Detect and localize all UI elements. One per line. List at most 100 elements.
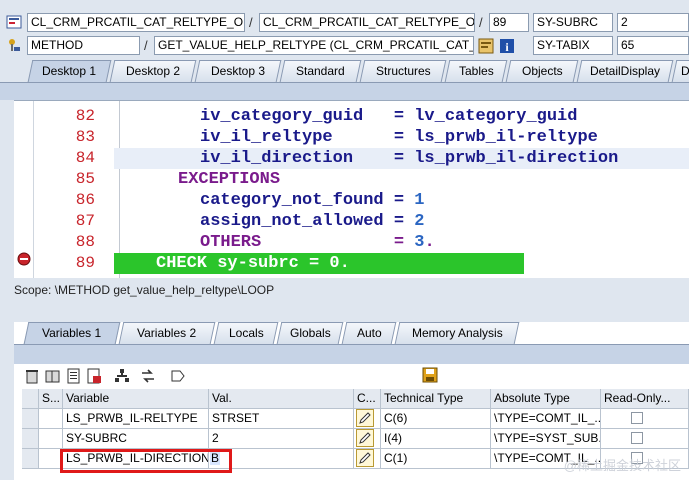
info-icon[interactable]: i xyxy=(499,38,515,54)
table-cell-absolute-type: \TYPE=SYST_SUB... xyxy=(491,429,601,449)
column-header-technical-type[interactable]: Technical Type xyxy=(381,389,491,409)
line-number: 87 xyxy=(75,212,95,230)
tab-desktop-2[interactable]: Desktop 2 xyxy=(109,60,197,82)
tab-more[interactable]: D xyxy=(671,60,689,82)
hierarchy-icon[interactable] xyxy=(114,368,130,384)
scope-label: Scope: \METHOD get_value_help_reltype\LO… xyxy=(14,283,275,297)
table-cell-variable[interactable]: LS_PRWB_IL-RELTYPE xyxy=(63,409,209,429)
highlight-box xyxy=(60,449,232,473)
table-cell-technical-type: C(1) xyxy=(381,449,491,469)
tab-tables[interactable]: Tables xyxy=(444,60,508,82)
code-line-84: iv_il_direction = ls_prwb_il-direction xyxy=(114,148,689,169)
tab-structures[interactable]: Structures xyxy=(359,60,447,82)
header-row-method: METHOD / GET_VALUE_HELP_RELTYPE (CL_CRM_… xyxy=(0,36,689,58)
table-cell-change xyxy=(354,449,381,469)
line-number: 85 xyxy=(75,170,95,188)
edit-pencil-icon[interactable] xyxy=(356,409,374,427)
program-object-icon xyxy=(6,14,22,30)
sysvar-name-field[interactable]: SY-SUBRC xyxy=(533,13,613,32)
column-header-selector xyxy=(22,389,39,409)
abap-debugger-window: CL_CRM_PRCATIL_CAT_RELTYPE_OB... / CL_CR… xyxy=(0,0,689,480)
table-cell-change xyxy=(354,409,381,429)
display-source-icon[interactable] xyxy=(478,38,494,54)
delete-icon[interactable] xyxy=(24,368,40,384)
var-tab-strip xyxy=(14,344,689,364)
column-header-change[interactable]: C... xyxy=(354,389,381,409)
table-cell-change xyxy=(354,429,381,449)
watermark: @稀土掘金技术社区 xyxy=(563,458,681,473)
table-cell-variable[interactable]: SY-SUBRC xyxy=(63,429,209,449)
load-icon[interactable] xyxy=(66,368,82,384)
separator: / xyxy=(479,15,483,30)
edit-pencil-icon[interactable] xyxy=(356,429,374,447)
program-field[interactable]: CL_CRM_PRCATIL_CAT_RELTYPE_OB... xyxy=(27,13,245,32)
breakpoint-gutter[interactable] xyxy=(14,101,34,278)
sysvar-value-field[interactable]: 2 xyxy=(617,13,689,32)
column-header-variable[interactable]: Variable xyxy=(63,389,209,409)
line-number: 86 xyxy=(75,191,95,209)
tab-auto[interactable]: Auto xyxy=(341,322,397,344)
splitter[interactable] xyxy=(0,302,689,322)
sysvar2-value-field[interactable]: 65 xyxy=(617,36,689,55)
save-layout-icon[interactable] xyxy=(422,367,438,383)
table-cell-technical-type: C(6) xyxy=(381,409,491,429)
row-selector[interactable] xyxy=(22,429,39,449)
method-icon xyxy=(6,37,22,53)
tab-memory-analysis[interactable]: Memory Analysis xyxy=(394,322,520,344)
line-number-column: 82 83 84 85 86 87 88 89 xyxy=(34,101,120,278)
tag-icon[interactable] xyxy=(170,368,186,384)
table-cell-value[interactable]: 2 xyxy=(209,429,354,449)
tab-objects[interactable]: Objects xyxy=(505,60,579,82)
tab-variables-1[interactable]: Variables 1 xyxy=(23,322,121,344)
column-header-value[interactable]: Val. xyxy=(209,389,354,409)
table-cell-read-only xyxy=(601,429,689,449)
code-line-82: iv_category_guid = lv_category_guid xyxy=(200,107,578,126)
tab-globals[interactable]: Globals xyxy=(276,322,344,344)
header-row-program: CL_CRM_PRCATIL_CAT_RELTYPE_OB... / CL_CR… xyxy=(0,13,689,35)
save-variables-icon[interactable] xyxy=(86,368,102,384)
code-line-83: iv_il_reltype = ls_prwb_il-reltype xyxy=(200,128,598,147)
line-number: 83 xyxy=(75,128,95,146)
line-number: 89 xyxy=(75,254,95,272)
line-number: 88 xyxy=(75,233,95,251)
row-selector[interactable] xyxy=(22,449,39,469)
table-cell-read-only xyxy=(601,409,689,429)
column-header-status[interactable]: S... xyxy=(39,389,63,409)
row-selector[interactable] xyxy=(22,409,39,429)
method-field[interactable]: GET_VALUE_HELP_RELTYPE (CL_CRM_PRCATIL_C… xyxy=(154,36,474,55)
column-header-read-only[interactable]: Read-Only... xyxy=(601,389,689,409)
code-line-86: category_not_found = 1 xyxy=(200,191,425,210)
variables-toolbar xyxy=(22,366,689,386)
line-number: 82 xyxy=(75,107,95,125)
table-cell-value[interactable]: STRSET xyxy=(209,409,354,429)
line-number-field[interactable]: 89 xyxy=(489,13,529,32)
line-number: 84 xyxy=(75,149,95,167)
source-code-pane[interactable]: 82 83 84 85 86 87 88 89 iv_category_guid… xyxy=(14,100,689,278)
code-line-87: assign_not_allowed = 2 xyxy=(200,212,425,231)
table-cell-status xyxy=(39,409,63,429)
transfer-icon[interactable] xyxy=(140,368,156,384)
include-field[interactable]: CL_CRM_PRCATIL_CAT_RELTYPE_OB... xyxy=(259,13,475,32)
table-cell-technical-type: I(4) xyxy=(381,429,491,449)
read-only-checkbox[interactable] xyxy=(631,412,643,424)
event-type-field[interactable]: METHOD xyxy=(27,36,140,55)
separator: / xyxy=(249,15,253,30)
tab-desktop-3[interactable]: Desktop 3 xyxy=(194,60,282,82)
tab-desktop-1[interactable]: Desktop 1 xyxy=(27,60,112,82)
tab-variables-2[interactable]: Variables 2 xyxy=(118,322,216,344)
table-cell-absolute-type: \TYPE=COMT_IL_... xyxy=(491,409,601,429)
tab-standard[interactable]: Standard xyxy=(279,60,362,82)
read-only-checkbox[interactable] xyxy=(631,432,643,444)
delete-all-icon[interactable] xyxy=(44,368,60,384)
edit-pencil-icon[interactable] xyxy=(356,449,374,467)
table-cell-status xyxy=(39,429,63,449)
tab-detaildisplay[interactable]: DetailDisplay xyxy=(576,60,674,82)
breakpoint-stop-icon[interactable] xyxy=(17,252,31,266)
tab-content-strip xyxy=(0,82,689,100)
tab-locals[interactable]: Locals xyxy=(213,322,279,344)
desktop-tabbar: Desktop 1 Desktop 2 Desktop 3 Standard S… xyxy=(0,60,689,82)
sysvar2-name-field[interactable]: SY-TABIX xyxy=(533,36,613,55)
current-code-line-89: CHECK sy-subrc = 0. xyxy=(114,253,524,274)
column-header-absolute-type[interactable]: Absolute Type xyxy=(491,389,601,409)
separator: / xyxy=(144,38,148,53)
